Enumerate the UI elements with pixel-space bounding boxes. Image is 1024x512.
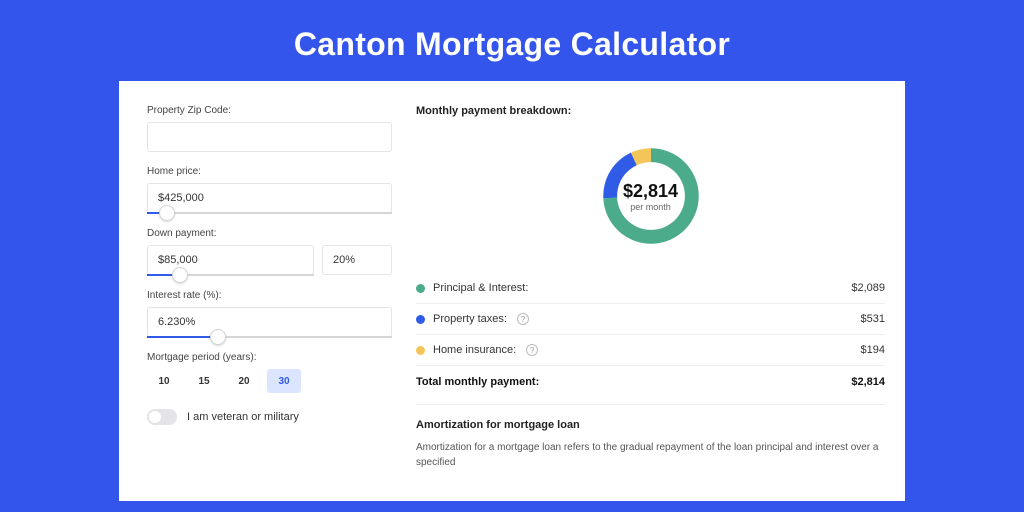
down-amount-input[interactable]: [147, 245, 314, 275]
legend-value: $531: [861, 313, 885, 325]
price-slider-thumb[interactable]: [159, 205, 175, 221]
price-field: Home price:: [147, 166, 392, 214]
price-slider[interactable]: [147, 212, 392, 214]
amortization-title: Amortization for mortgage loan: [416, 419, 885, 431]
legend-label: Principal & Interest:: [433, 282, 528, 294]
period-option-30[interactable]: 30: [267, 369, 301, 393]
info-icon[interactable]: ?: [517, 313, 529, 325]
rate-label: Interest rate (%):: [147, 290, 392, 301]
legend-value: $2,089: [851, 282, 885, 294]
period-field: Mortgage period (years): 10152030: [147, 352, 392, 393]
donut-chart: $2,814 per month: [588, 133, 714, 259]
rate-input[interactable]: [147, 307, 392, 337]
legend-label: Property taxes:: [433, 313, 507, 325]
breakdown-panel: Monthly payment breakdown: $2,814 per mo…: [392, 105, 885, 501]
total-value: $2,814: [851, 376, 885, 388]
period-option-15[interactable]: 15: [187, 369, 221, 393]
donut-center: $2,814 per month: [588, 133, 714, 259]
down-slider[interactable]: [147, 274, 314, 276]
zip-field: Property Zip Code:: [147, 105, 392, 152]
period-option-20[interactable]: 20: [227, 369, 261, 393]
down-label: Down payment:: [147, 228, 392, 239]
down-percent-input[interactable]: [322, 245, 392, 275]
legend-label: Home insurance:: [433, 344, 516, 356]
donut-amount: $2,814: [623, 181, 678, 202]
legend-row: Property taxes:? $531: [416, 304, 885, 335]
veteran-toggle[interactable]: [147, 409, 177, 425]
legend-value: $194: [861, 344, 885, 356]
total-row: Total monthly payment: $2,814: [416, 365, 885, 402]
legend-dot: [416, 315, 425, 324]
legend-row: Home insurance:? $194: [416, 335, 885, 365]
rate-field: Interest rate (%):: [147, 290, 392, 338]
price-label: Home price:: [147, 166, 392, 177]
veteran-label: I am veteran or military: [187, 411, 299, 423]
breakdown-title: Monthly payment breakdown:: [416, 105, 885, 117]
page-title: Canton Mortgage Calculator: [0, 0, 1024, 81]
period-label: Mortgage period (years):: [147, 352, 392, 363]
zip-label: Property Zip Code:: [147, 105, 392, 116]
legend-dot: [416, 284, 425, 293]
legend-row: Principal & Interest: $2,089: [416, 273, 885, 304]
donut-sub: per month: [630, 202, 671, 212]
period-option-10[interactable]: 10: [147, 369, 181, 393]
rate-slider-thumb[interactable]: [210, 329, 226, 345]
veteran-row: I am veteran or military: [147, 409, 392, 425]
total-label: Total monthly payment:: [416, 376, 539, 388]
zip-input[interactable]: [147, 122, 392, 152]
legend-dot: [416, 346, 425, 355]
form-panel: Property Zip Code: Home price: Down paym…: [147, 105, 392, 501]
amortization-section: Amortization for mortgage loan Amortizat…: [416, 404, 885, 470]
info-icon[interactable]: ?: [526, 344, 538, 356]
legend: Principal & Interest: $2,089 Property taxe…: [416, 273, 885, 365]
rate-slider-fill: [147, 336, 218, 338]
amortization-text: Amortization for a mortgage loan refers …: [416, 441, 885, 470]
calculator-card: Property Zip Code: Home price: Down paym…: [119, 81, 905, 501]
rate-slider[interactable]: [147, 336, 392, 338]
period-options: 10152030: [147, 369, 392, 393]
down-slider-thumb[interactable]: [172, 267, 188, 283]
price-input[interactable]: [147, 183, 392, 213]
down-field: Down payment:: [147, 228, 392, 276]
donut-chart-wrap: $2,814 per month: [416, 127, 885, 273]
